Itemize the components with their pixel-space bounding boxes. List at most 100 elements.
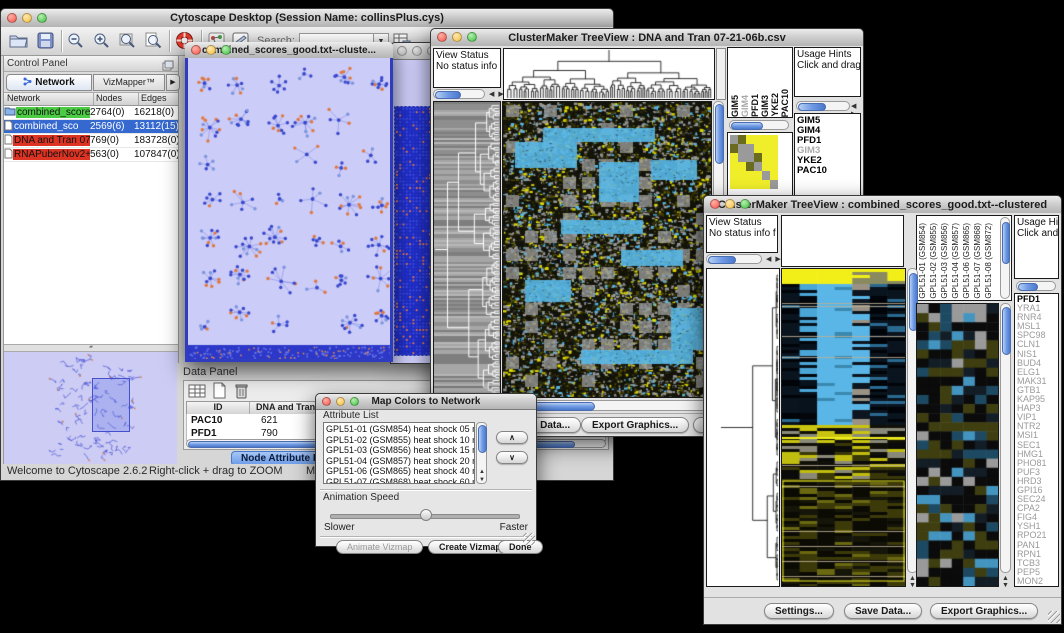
mini-heat-cell[interactable] (754, 171, 762, 180)
tv2-heatmap[interactable] (781, 268, 906, 587)
col-header-edges[interactable]: Edges (139, 93, 178, 105)
tv2-row-dendrogram[interactable] (706, 268, 780, 587)
move-down-button[interactable]: ∨ (496, 451, 528, 464)
tv1-status-scrollbar[interactable] (433, 89, 485, 99)
tv1-splitter-strip[interactable] (716, 48, 726, 100)
network-table-row[interactable]: RNAPuberNov2+563(0)107847(0) (4, 148, 178, 162)
attribute-list-item[interactable]: GPL51-07 (GSM868) heat shock 60 min (326, 477, 472, 485)
minimize-button[interactable] (412, 46, 422, 56)
move-up-button[interactable]: ∧ (496, 431, 528, 444)
tv2-zoom-vscrollbar[interactable] (1000, 303, 1011, 573)
tv1-mini-heatmap[interactable] (727, 132, 793, 196)
overview-canvas[interactable] (4, 352, 176, 462)
zoom-button[interactable] (740, 199, 750, 209)
animate-vizmap-button[interactable]: Animate Vizmap (336, 540, 423, 554)
tab-overflow-arrow[interactable]: ▶ (166, 74, 180, 91)
open-folder-icon[interactable] (9, 32, 28, 54)
overview-viewport-rect[interactable] (92, 378, 130, 432)
tv2-col-label[interactable]: GPL51-02 (GSM855) (929, 223, 940, 299)
col-header-nodes[interactable]: Nodes (94, 93, 139, 105)
close-button[interactable] (322, 397, 331, 406)
main-titlebar[interactable]: Cytoscape Desktop (Session Name: collins… (1, 9, 613, 28)
attribute-listbox[interactable]: GPL51-01 (GSM854) heat shock 05 min GPL51… (323, 422, 475, 484)
zoom-out-icon[interactable] (67, 32, 84, 54)
network-table-row[interactable]: combined_sco2569(6)13112(15) (4, 120, 178, 134)
mini-heat-cell[interactable] (746, 135, 754, 144)
tv1-heatmap[interactable] (502, 101, 712, 398)
tv2-col-label[interactable]: GPL51-01 (GSM854) (918, 223, 929, 299)
zoom-selected-icon[interactable] (145, 32, 162, 54)
mini-heat-cell[interactable] (730, 153, 738, 162)
minimize-button[interactable] (452, 32, 462, 42)
mini-heat-cell[interactable] (730, 135, 738, 144)
tv1-row-label[interactable]: PAC10 (797, 166, 860, 176)
tv2-zoom-heatmap[interactable] (916, 303, 999, 587)
pane-arrows[interactable]: ◀ ▶ (766, 255, 782, 263)
mini-heat-cell[interactable] (738, 135, 746, 144)
tv1-rowtree-canvas[interactable] (434, 102, 500, 397)
save-data-button[interactable]: Save Data... (844, 603, 922, 619)
mini-heat-cell[interactable] (770, 144, 778, 153)
minimize-button[interactable] (206, 45, 216, 55)
scroll-arrows[interactable]: ▲▼ (1002, 575, 1009, 589)
mini-heat-cell[interactable] (770, 162, 778, 171)
mini-heat-cell[interactable] (762, 180, 770, 189)
tv2-collabel-scrollbar[interactable] (1000, 217, 1010, 299)
mini-heat-cell[interactable] (754, 162, 762, 171)
tv2-col-label[interactable]: GPL51-04 (GSM857) (951, 223, 962, 299)
tv2-row-label[interactable]: MON2 (1017, 577, 1058, 586)
mini-heat-cell[interactable] (762, 162, 770, 171)
minimize-button[interactable] (22, 13, 32, 23)
mini-heat-cell[interactable] (762, 171, 770, 180)
network2-canvas[interactable] (394, 106, 434, 356)
tv2-col-label[interactable]: GPL51-03 (GSM856) (940, 223, 951, 299)
done-button[interactable]: Done (498, 540, 543, 554)
mini-heat-cell[interactable] (738, 180, 746, 189)
tv2-col-label[interactable]: GPL51-08 (GSM872) (984, 223, 995, 299)
close-button[interactable] (437, 32, 447, 42)
splitter-handle[interactable]: ▰ (4, 344, 178, 352)
attribute-list-item[interactable]: GPL51-04 (GSM857) heat shock 20 min (326, 456, 472, 467)
attribute-list-item[interactable]: GPL51-01 (GSM854) heat shock 05 min (326, 424, 472, 435)
mini-heat-cell[interactable] (738, 162, 746, 171)
tv2-rowlabel-scrollbar[interactable] (1016, 281, 1056, 291)
resize-grip[interactable] (1048, 611, 1060, 623)
save-icon[interactable] (37, 32, 54, 54)
tv1-heatmap-canvas[interactable] (503, 102, 711, 397)
close-button[interactable] (7, 13, 17, 23)
zoom-button[interactable] (350, 397, 359, 406)
tab-vizmapper[interactable]: VizMapper™ (93, 74, 165, 91)
mini-heat-cell[interactable] (730, 144, 738, 153)
tv1-column-dendrogram[interactable] (503, 48, 715, 100)
mini-heat-cell[interactable] (730, 171, 738, 180)
mini-heat-cell[interactable] (730, 162, 738, 171)
mini-heat-cell[interactable] (754, 144, 762, 153)
col-header-network[interactable]: Network (4, 93, 94, 105)
mini-heat-cell[interactable] (746, 153, 754, 162)
mini-heat-cell[interactable] (746, 144, 754, 153)
mini-heat-cell[interactable] (746, 180, 754, 189)
zoom-button[interactable] (467, 32, 477, 42)
mini-heat-cell[interactable] (762, 153, 770, 162)
tv2-heatmap-canvas[interactable] (782, 269, 905, 586)
tv1-col-label[interactable]: GIM5 (730, 95, 740, 117)
tv1-col-label[interactable]: GIM3 (760, 95, 770, 117)
mini-heat-cell[interactable] (730, 180, 738, 189)
attribute-list-item[interactable]: GPL51-06 (GSM865) heat shock 40 min (326, 466, 472, 477)
zoom-fit-icon[interactable] (119, 32, 136, 54)
tv2-status-scrollbar[interactable] (706, 254, 762, 264)
mini-heat-cell[interactable] (770, 135, 778, 144)
mini-heat-cell[interactable] (738, 144, 746, 153)
animation-slider[interactable] (330, 509, 520, 521)
mini-heat-cell[interactable] (770, 171, 778, 180)
mini-heat-cell[interactable] (770, 180, 778, 189)
export-graphics-button[interactable]: Export Graphics... (581, 417, 689, 433)
mini-heat-cell[interactable] (754, 135, 762, 144)
tv1-col-label[interactable]: YKE2 (770, 93, 780, 117)
attribute-list-item[interactable]: GPL51-03 (GSM856) heat shock 15 min (326, 445, 472, 456)
mini-heat-cell[interactable] (746, 162, 754, 171)
tv2-column-dendrogram[interactable] (781, 215, 904, 267)
zoom-button[interactable] (37, 13, 47, 23)
tab-network[interactable]: Network (6, 74, 92, 91)
minimize-button[interactable] (725, 199, 735, 209)
